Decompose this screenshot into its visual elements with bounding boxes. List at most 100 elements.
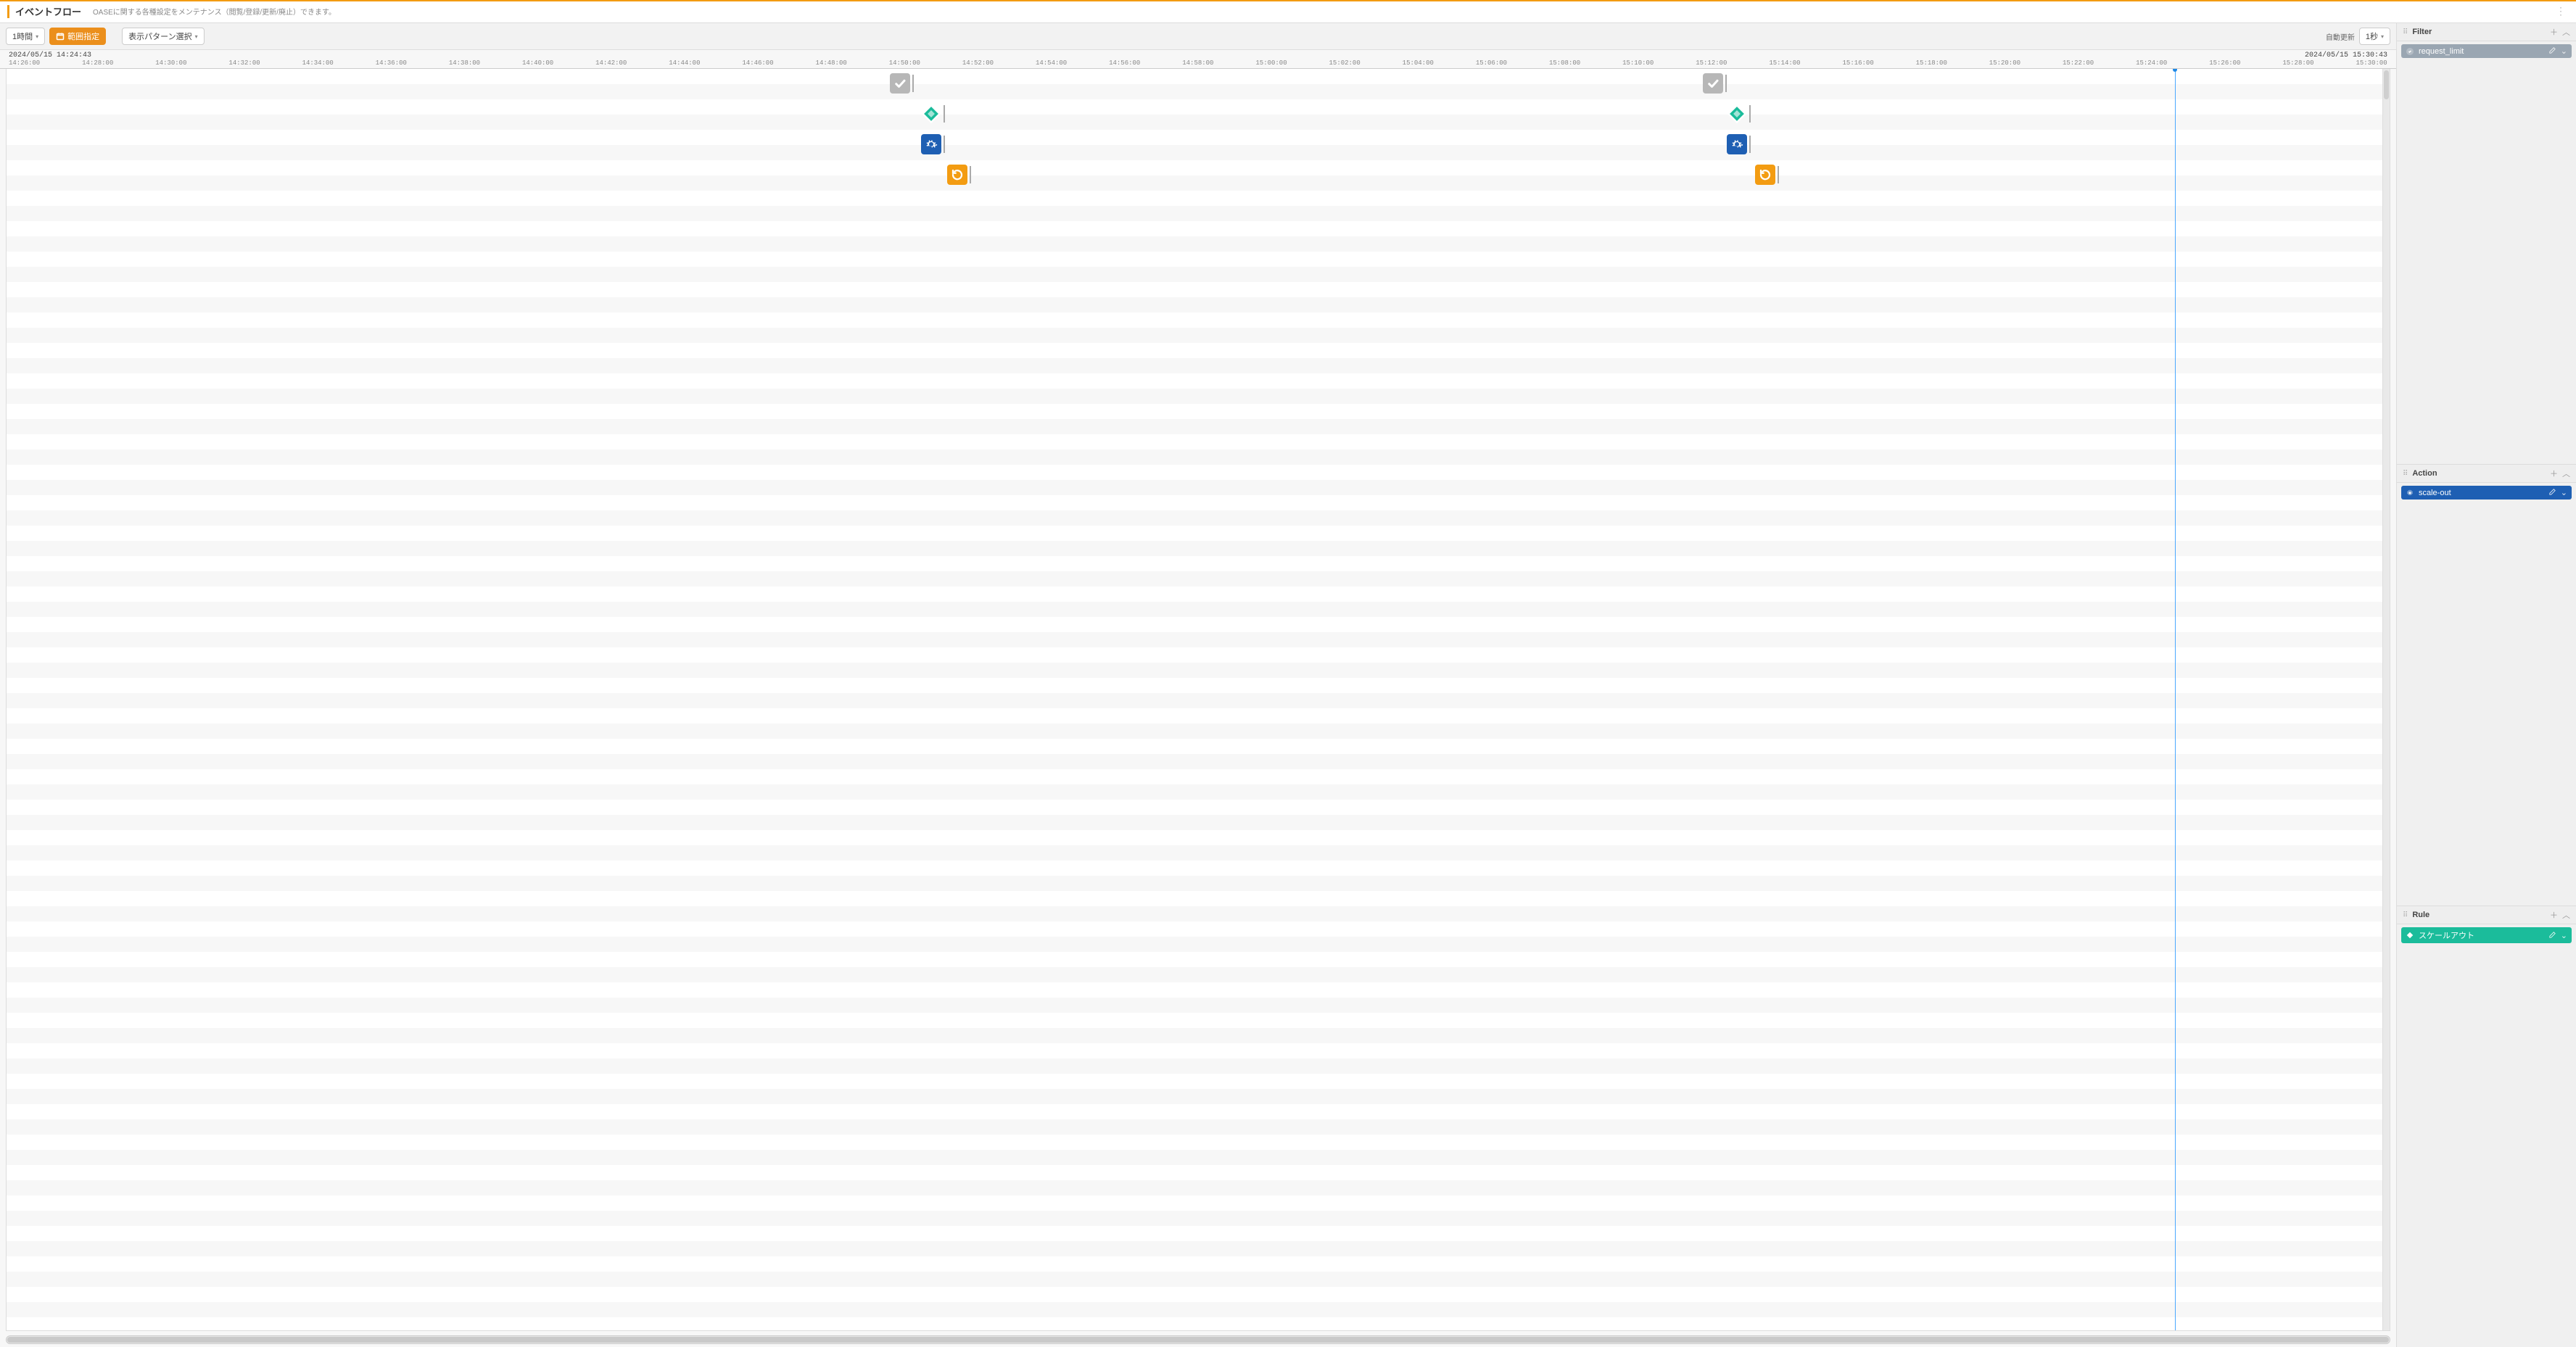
workspace: 1時間 ▾ 範囲指定 表示パターン選択 ▾ 自動更新 1秒 ▾ 2024/ [0,23,2576,1347]
timeline-tick: 14:56:00 [1109,59,1140,67]
panel-filter-title: Filter [2412,28,2432,36]
timeline-vertical-scrollbar[interactable] [2382,69,2390,1330]
event-duration-handle[interactable] [1725,75,1727,92]
timeline-tick: 14:36:00 [376,59,407,67]
panel-filter-body: request_limit ⌄ [2397,41,2576,464]
timeline-tick: 14:30:00 [155,59,186,67]
timeline-tick: 14:26:00 [9,59,40,67]
edit-icon[interactable] [2548,46,2556,56]
grip-icon: ⠿ [2403,28,2408,36]
timeline-tick: 15:08:00 [1549,59,1580,67]
filter-item[interactable]: request_limit ⌄ [2401,44,2572,58]
range-mode-button[interactable]: 範囲指定 [49,28,106,45]
edit-icon[interactable] [2548,931,2556,940]
timeline-ticks: 14:26:0014:28:0014:30:0014:32:0014:34:00… [0,59,2396,69]
event-duration-handle[interactable] [1778,166,1779,183]
panel-rule-body: スケールアウト ⌄ [2397,924,2576,1347]
event-duration-handle[interactable] [944,136,945,153]
grip-icon: ⠿ [2403,911,2408,919]
event-rule-1[interactable] [921,104,941,124]
panel-action-body: scale-out ⌄ [2397,483,2576,905]
timeline-tick: 15:04:00 [1403,59,1434,67]
panel-rule-collapse-icon[interactable]: ︿ [2562,909,2570,921]
action-item-label: scale-out [2419,489,2451,497]
timeline-tick: 15:24:00 [2136,59,2167,67]
range-end: 2024/05/15 15:30:43 [2305,51,2387,59]
panel-filter-add-icon[interactable]: ＋ [2550,26,2558,38]
chevron-down-icon[interactable]: ⌄ [2561,931,2567,940]
event-retry-1[interactable] [947,165,967,185]
chevron-down-icon: ▾ [195,33,198,40]
event-action-1[interactable] [921,134,941,154]
timeline-tick: 15:06:00 [1476,59,1507,67]
chevron-down-icon[interactable]: ⌄ [2561,46,2567,56]
timeline-tick: 14:50:00 [889,59,920,67]
event-check-2[interactable] [1703,73,1723,94]
page-subtitle: OASEに関する各種設定をメンテナンス（閲覧/登録/更新/廃止）できます。 [93,6,336,17]
chevron-down-icon: ▾ [2381,33,2384,40]
panel-rule-head[interactable]: ⠿ Rule ＋ ︿ [2397,906,2576,924]
event-duration-handle[interactable] [1749,105,1751,123]
now-indicator-line [2175,69,2176,1330]
range-duration-label: 1時間 [12,30,33,42]
timeline-tick: 15:02:00 [1329,59,1361,67]
timeline-range-row: 2024/05/15 14:24:43 2024/05/15 15:30:43 [0,50,2396,59]
action-item[interactable]: scale-out ⌄ [2401,486,2572,500]
panel-action-head[interactable]: ⠿ Action ＋ ︿ [2397,465,2576,483]
timeline-tick: 14:28:00 [82,59,113,67]
rule-item[interactable]: スケールアウト ⌄ [2401,927,2572,943]
timeline-horizontal-scrollbar-thumb[interactable] [7,1337,2389,1343]
side-panels: ⠿ Filter ＋ ︿ request_limit [2397,23,2576,1347]
event-duration-handle[interactable] [970,166,971,183]
timeline[interactable] [6,69,2390,1331]
event-retry-2[interactable] [1755,165,1775,185]
toolbar: 1時間 ▾ 範囲指定 表示パターン選択 ▾ 自動更新 1秒 ▾ [0,23,2396,50]
header-menu-icon[interactable]: ⋮ [2553,5,2569,17]
grip-icon: ⠿ [2403,470,2408,478]
range-duration-button[interactable]: 1時間 ▾ [6,28,45,45]
chevron-down-icon: ▾ [36,33,38,40]
timeline-stripes [7,69,2390,1330]
panel-filter-head[interactable]: ⠿ Filter ＋ ︿ [2397,23,2576,41]
timeline-tick: 15:10:00 [1622,59,1654,67]
auto-refresh-label: 自動更新 [2326,31,2355,42]
check-circle-icon [2406,47,2414,56]
panel-action-add-icon[interactable]: ＋ [2550,468,2558,479]
panel-rule-title: Rule [2412,911,2430,919]
timeline-tick: 14:44:00 [669,59,700,67]
display-pattern-select[interactable]: 表示パターン選択 ▾ [122,28,204,45]
timeline-horizontal-scrollbar[interactable] [6,1335,2390,1344]
timeline-tick: 15:00:00 [1255,59,1287,67]
timeline-tick: 14:48:00 [816,59,847,67]
edit-icon[interactable] [2548,488,2556,497]
timeline-tick: 15:18:00 [1916,59,1947,67]
panel-action: ⠿ Action ＋ ︿ scale-out [2397,465,2576,906]
calendar-icon [56,32,65,41]
event-duration-handle[interactable] [912,75,914,92]
diamond-icon [2406,931,2414,940]
gear-icon [2406,489,2414,497]
chevron-down-icon[interactable]: ⌄ [2561,488,2567,497]
rule-item-label: スケールアウト [2419,929,2474,941]
event-action-2[interactable] [1727,134,1747,154]
timeline-tick: 15:14:00 [1769,59,1800,67]
timeline-tick: 15:22:00 [2063,59,2094,67]
timeline-vertical-scrollbar-thumb[interactable] [2384,70,2389,99]
auto-refresh-value: 1秒 [2366,30,2378,42]
panel-action-collapse-icon[interactable]: ︿ [2562,468,2570,479]
event-rule-2[interactable] [1727,104,1747,124]
event-duration-handle[interactable] [944,105,945,123]
timeline-tick: 14:58:00 [1182,59,1213,67]
timeline-tick: 15:26:00 [2209,59,2240,67]
timeline-tick: 15:28:00 [2282,59,2313,67]
panel-rule-add-icon[interactable]: ＋ [2550,909,2558,921]
event-check-1[interactable] [890,73,910,94]
event-duration-handle[interactable] [1749,136,1751,153]
auto-refresh-select[interactable]: 1秒 ▾ [2359,28,2390,45]
timeline-tick: 15:20:00 [1989,59,2020,67]
timeline-tick: 14:32:00 [228,59,260,67]
timeline-tick: 14:54:00 [1036,59,1067,67]
timeline-tick: 14:52:00 [962,59,994,67]
panel-filter-collapse-icon[interactable]: ︿ [2562,26,2570,38]
page-header: イベントフロー OASEに関する各種設定をメンテナンス（閲覧/登録/更新/廃止）… [0,1,2576,23]
